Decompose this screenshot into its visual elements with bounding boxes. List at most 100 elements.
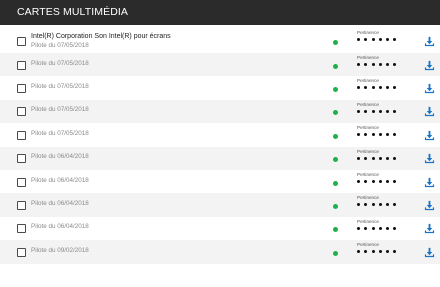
relevance-rating: Pertinence <box>357 125 407 137</box>
download-icon[interactable] <box>424 106 435 117</box>
rating-dot <box>386 38 390 41</box>
driver-row: Pilote du 06/04/2018 Pertinence <box>0 170 440 193</box>
status-dot-icon <box>333 227 338 233</box>
section-title: CARTES MULTIMÉDIA <box>17 6 128 18</box>
rating-dot <box>371 156 375 160</box>
rating-dot <box>386 226 390 230</box>
status-dot-icon <box>333 63 338 69</box>
rating-dot <box>364 250 368 254</box>
checkbox-icon[interactable] <box>17 36 26 46</box>
rating-dot <box>364 86 368 90</box>
section-header: CARTES MULTIMÉDIA <box>0 0 440 25</box>
checkbox-icon[interactable] <box>17 107 26 117</box>
relevance-rating: Pertinence <box>357 78 407 90</box>
checkbox-icon[interactable] <box>17 177 26 187</box>
relevance-rating: Pertinence <box>357 102 407 113</box>
rating-dot <box>378 38 382 41</box>
driver-row: Pilote du 07/05/2018 Pertinence <box>0 76 440 99</box>
driver-date: Pilote du 06/04/2018 <box>31 153 89 161</box>
driver-date: Pilote du 07/05/2018 <box>31 59 89 67</box>
rating-dot <box>378 250 382 254</box>
rating-dot <box>371 109 375 113</box>
download-icon[interactable] <box>424 200 435 211</box>
driver-row: Pilote du 07/05/2018 Pertinence <box>0 53 440 77</box>
rating-dot <box>357 133 360 137</box>
status-dot-icon <box>333 133 338 139</box>
download-icon[interactable] <box>424 83 435 94</box>
download-icon[interactable] <box>424 130 435 141</box>
rating-dots <box>357 156 407 160</box>
rating-dots <box>357 226 407 230</box>
rating-label: Pertinence <box>357 195 379 201</box>
rating-dots <box>357 250 407 254</box>
rating-dot <box>371 203 375 207</box>
rating-dot <box>393 179 397 183</box>
download-icon[interactable] <box>424 60 435 71</box>
rating-dot <box>357 38 360 41</box>
rating-dot <box>378 156 382 160</box>
rating-dots <box>357 38 407 41</box>
driver-date: Pilote du 07/05/2018 <box>31 106 89 114</box>
driver-date: Pilote du 06/04/2018 <box>31 223 89 231</box>
download-icon[interactable] <box>424 177 435 188</box>
rating-dot <box>378 203 382 207</box>
rating-dot <box>378 133 382 137</box>
rating-label: Pertinence <box>357 125 379 131</box>
rating-dot <box>357 179 360 183</box>
driver-date: Pilote du 06/04/2018 <box>31 176 89 184</box>
rating-dot <box>357 203 360 207</box>
checkbox-icon[interactable] <box>17 201 26 211</box>
rating-dot <box>357 226 360 230</box>
checkbox-icon[interactable] <box>17 60 26 70</box>
rating-dot <box>393 226 397 230</box>
rating-dot <box>364 203 368 207</box>
rating-dot <box>386 203 390 207</box>
download-icon[interactable] <box>424 36 435 47</box>
rating-label: Pertinence <box>357 171 379 177</box>
download-icon[interactable] <box>424 223 435 234</box>
driver-row: Pilote du 07/05/2018 Pertinence <box>0 99 440 124</box>
driver-row: Pilote du 06/04/2018 Pertinence <box>0 193 440 217</box>
rating-dot <box>364 63 368 66</box>
checkbox-icon[interactable] <box>17 130 26 140</box>
status-dot-icon <box>333 180 338 186</box>
checkbox-icon[interactable] <box>17 84 26 94</box>
rating-dot <box>371 250 375 254</box>
rating-dot <box>393 86 397 90</box>
download-icon[interactable] <box>424 247 435 258</box>
relevance-rating: Pertinence <box>357 55 407 66</box>
relevance-rating: Pertinence <box>357 195 407 207</box>
rating-dot <box>378 109 382 113</box>
driver-list: Intel(R) Corporation Son Intel(R) pour é… <box>0 28 440 264</box>
driver-date: Pilote du 09/02/2018 <box>31 246 89 254</box>
rating-label: Pertinence <box>357 78 379 84</box>
rating-dot <box>393 250 397 254</box>
rating-label: Pertinence <box>357 55 379 60</box>
rating-dots <box>357 109 407 113</box>
driver-row: Pilote du 07/05/2018 Pertinence <box>0 123 440 146</box>
rating-dot <box>371 133 375 137</box>
rating-dot <box>393 109 397 113</box>
driver-title: Intel(R) Corporation Son Intel(R) pour é… <box>31 33 171 40</box>
rating-dot <box>371 226 375 230</box>
rating-dot <box>357 109 360 113</box>
relevance-rating: Pertinence <box>357 30 407 41</box>
rating-dot <box>393 133 397 137</box>
rating-dot <box>364 133 368 137</box>
checkbox-icon[interactable] <box>17 224 26 234</box>
driver-date: Pilote du 06/04/2018 <box>31 200 89 208</box>
rating-dot <box>393 156 397 160</box>
checkbox-icon[interactable] <box>17 247 26 257</box>
rating-dot <box>393 38 397 41</box>
rating-dots <box>357 179 407 183</box>
rating-dot <box>357 250 360 254</box>
status-dot-icon <box>333 39 338 45</box>
rating-dot <box>386 250 390 254</box>
status-dot-icon <box>333 110 338 116</box>
rating-dot <box>364 156 368 160</box>
checkbox-icon[interactable] <box>17 154 26 164</box>
rating-dot <box>378 179 382 183</box>
driver-date: Pilote du 07/05/2018 <box>31 83 89 91</box>
download-icon[interactable] <box>424 153 435 164</box>
rating-dot <box>357 86 360 90</box>
